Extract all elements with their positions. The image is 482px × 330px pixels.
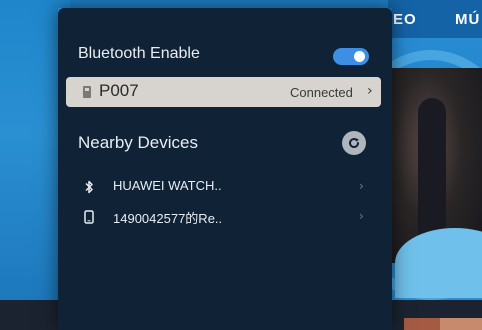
chevron-right-icon: ›: [359, 209, 364, 223]
bluetooth-enable-toggle[interactable]: [333, 48, 369, 65]
background-thumbnail: [440, 318, 482, 330]
bluetooth-icon: [85, 180, 93, 194]
background-nav-item: EO: [393, 11, 417, 28]
nearby-device-item[interactable]: 1490042577的Re.. ›: [58, 204, 392, 230]
background-nav-item: MÚ: [455, 11, 481, 28]
bluetooth-enable-label: Bluetooth Enable: [78, 45, 200, 62]
bluetooth-enable-row: Bluetooth Enable: [58, 41, 392, 71]
connected-device-status: Connected: [290, 85, 353, 100]
connected-device-row[interactable]: P007 Connected ›: [66, 77, 381, 107]
refresh-button[interactable]: [342, 131, 366, 155]
device-phone-icon: [83, 86, 91, 98]
bluetooth-panel: Bluetooth Enable P007 Connected › Nearby…: [58, 8, 392, 330]
refresh-icon: [349, 138, 359, 148]
nearby-device-name: 1490042577的Re..: [113, 211, 223, 226]
connected-device-name: P007: [99, 81, 139, 100]
nearby-devices-title: Nearby Devices: [78, 133, 198, 152]
nearby-device-item[interactable]: HUAWEI WATCH.. ›: [58, 174, 392, 200]
background-photo-figure: [418, 98, 446, 248]
chevron-right-icon: ›: [367, 83, 373, 99]
nearby-devices-header: Nearby Devices: [58, 128, 392, 158]
toggle-knob: [354, 51, 365, 62]
nearby-device-name: HUAWEI WATCH..: [113, 178, 222, 193]
chevron-right-icon: ›: [359, 179, 364, 193]
phone-outline-icon: [84, 210, 94, 224]
